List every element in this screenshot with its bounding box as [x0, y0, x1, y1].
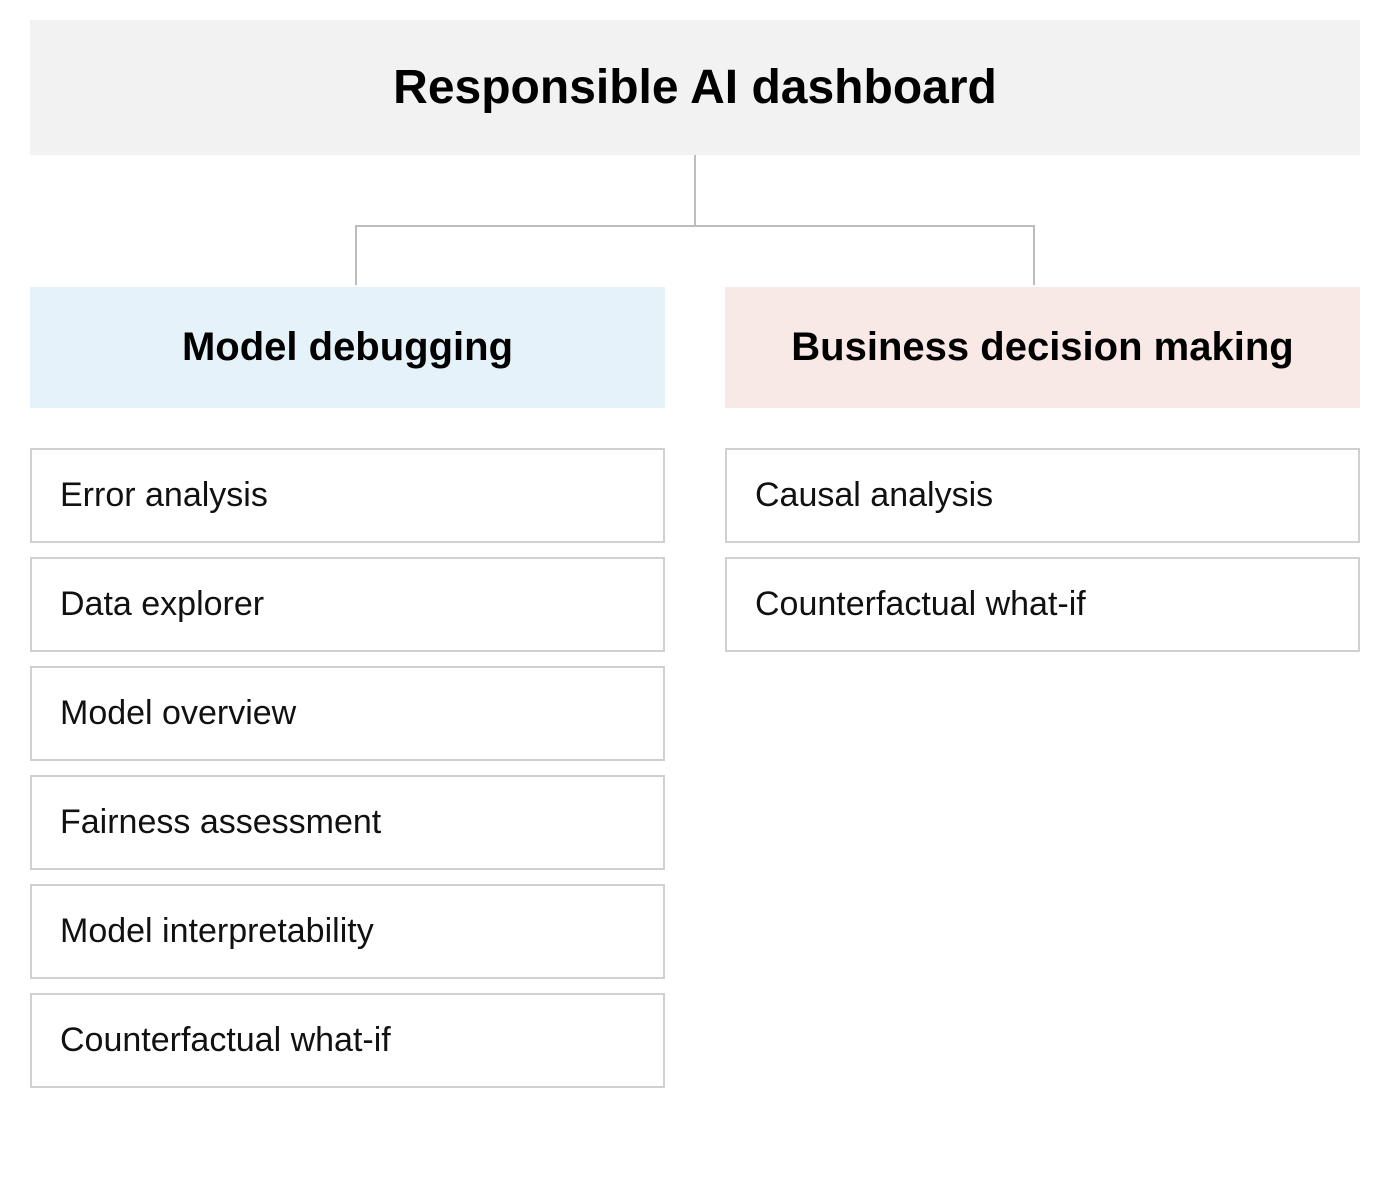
branch-header-model-debugging: Model debugging [30, 287, 665, 408]
item-label: Model overview [60, 694, 296, 732]
branch-items-model-debugging: Error analysis Data explorer Model overv… [30, 448, 665, 1088]
item-causal-analysis: Causal analysis [725, 448, 1360, 543]
item-counterfactual-what-if: Counterfactual what-if [725, 557, 1360, 652]
branch-business-decision-making: Business decision making Causal analysis… [725, 287, 1360, 652]
item-label: Counterfactual what-if [60, 1021, 391, 1059]
branch-title: Model debugging [182, 325, 513, 369]
branch-header-business-decision-making: Business decision making [725, 287, 1360, 408]
connector-line [1033, 225, 1035, 285]
item-data-explorer: Data explorer [30, 557, 665, 652]
item-model-overview: Model overview [30, 666, 665, 761]
branch-model-debugging: Model debugging Error analysis Data expl… [30, 287, 665, 1088]
branch-title: Business decision making [791, 325, 1293, 369]
connector-line [355, 225, 1035, 227]
branch-items-business-decision-making: Causal analysis Counterfactual what-if [725, 448, 1360, 652]
connector-line [355, 225, 357, 285]
root-title: Responsible AI dashboard [393, 61, 997, 114]
item-error-analysis: Error analysis [30, 448, 665, 543]
item-label: Model interpretability [60, 912, 374, 950]
item-label: Fairness assessment [60, 803, 381, 841]
item-label: Data explorer [60, 585, 264, 623]
item-fairness-assessment: Fairness assessment [30, 775, 665, 870]
root-node: Responsible AI dashboard [30, 20, 1360, 155]
item-counterfactual-what-if: Counterfactual what-if [30, 993, 665, 1088]
branches-container: Model debugging Error analysis Data expl… [30, 287, 1360, 1088]
item-label: Causal analysis [755, 476, 993, 514]
item-label: Error analysis [60, 476, 268, 514]
diagram-root: Responsible AI dashboard Model debugging… [30, 20, 1360, 1088]
item-label: Counterfactual what-if [755, 585, 1086, 623]
connector-line [694, 155, 696, 225]
item-model-interpretability: Model interpretability [30, 884, 665, 979]
